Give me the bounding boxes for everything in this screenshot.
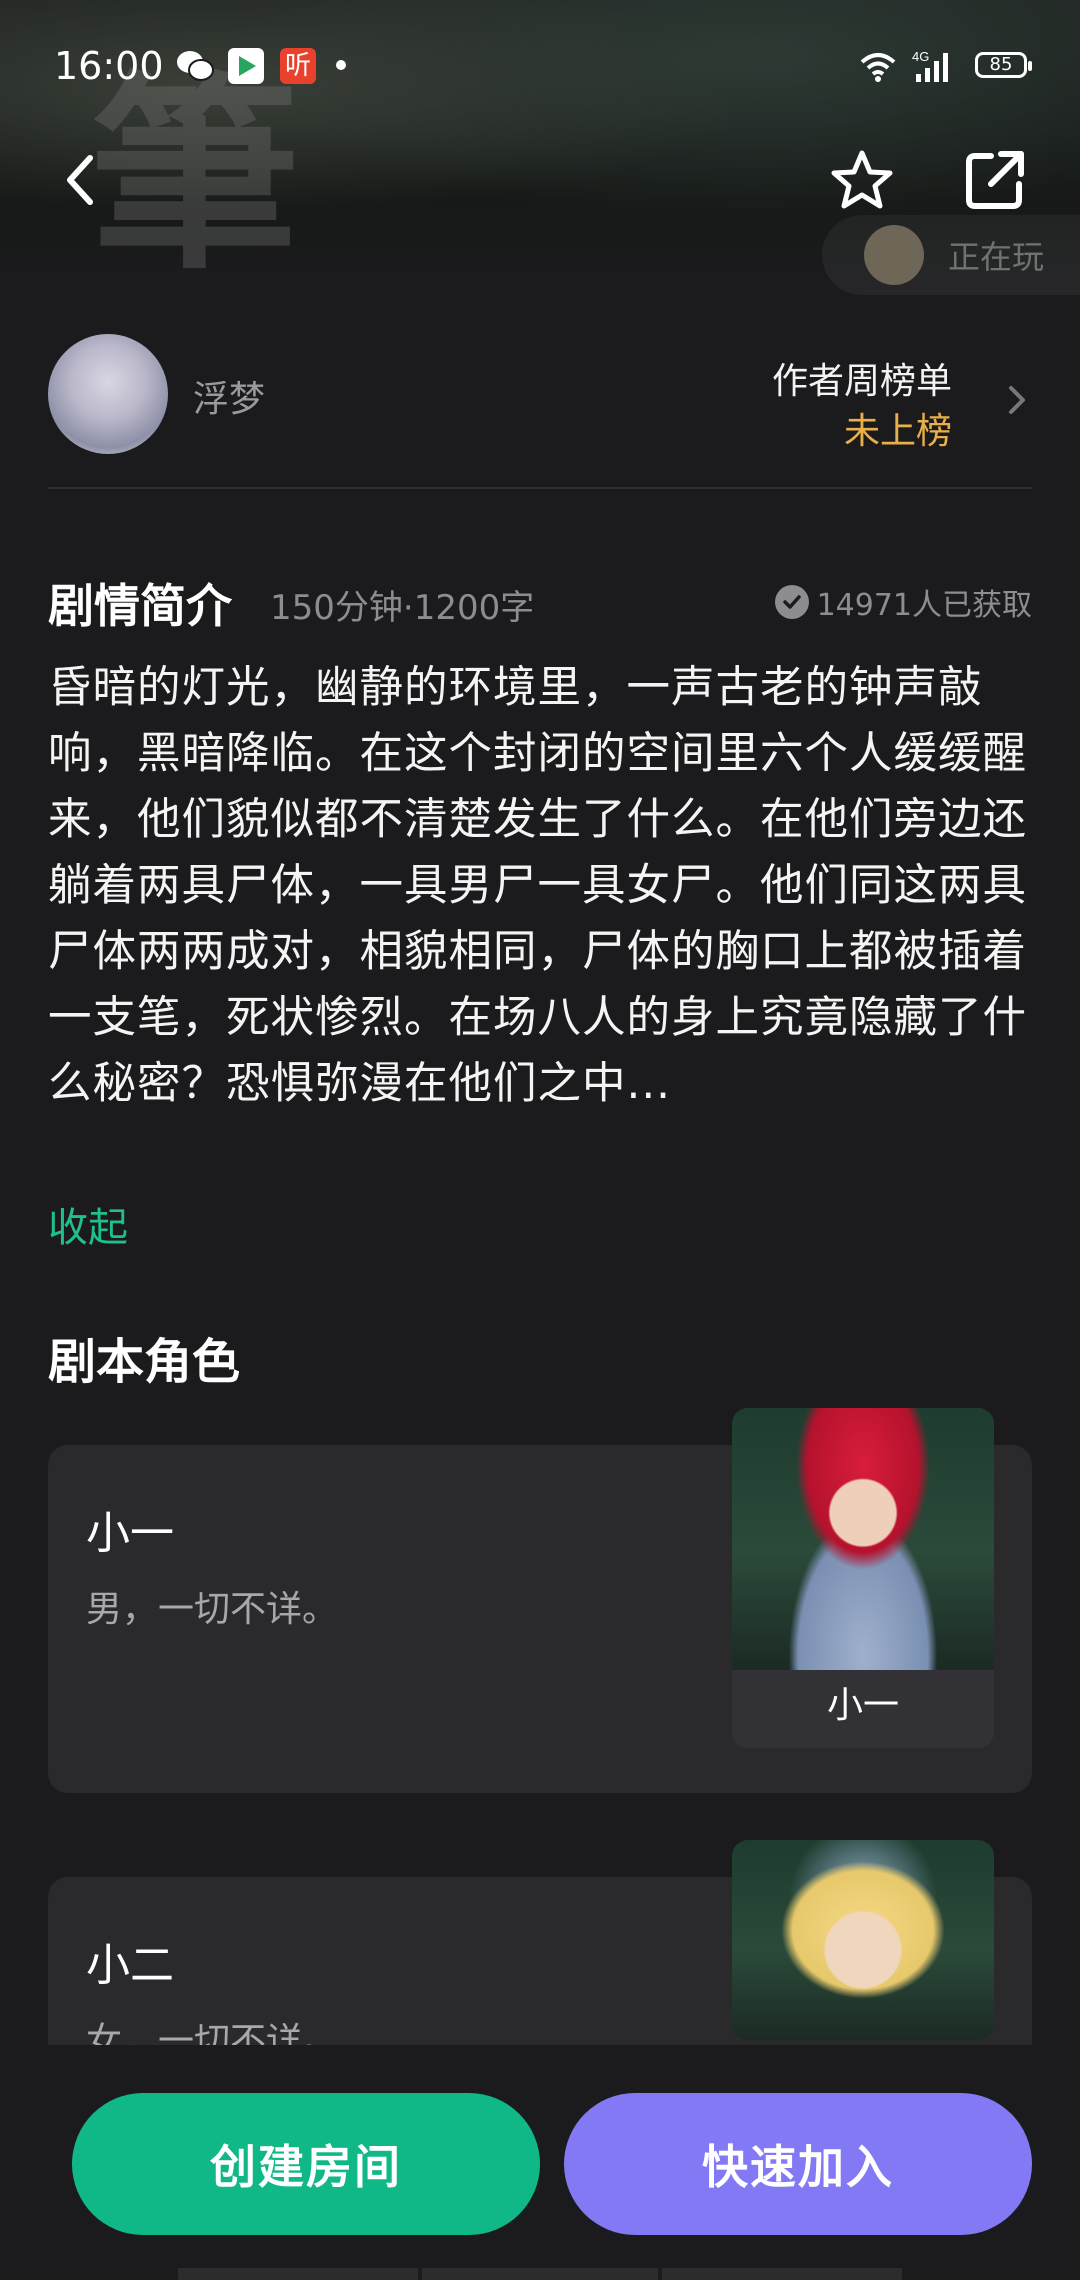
status-time: 16:00 xyxy=(54,44,164,88)
role-portrait-label: 小一 xyxy=(826,1685,899,1726)
nav-indicator xyxy=(178,2268,418,2280)
rank-value: 未上榜 xyxy=(843,411,952,452)
chevron-left-icon xyxy=(67,155,93,205)
now-playing-chip[interactable]: 正在玩 xyxy=(822,215,1080,295)
favorite-button[interactable] xyxy=(822,140,902,220)
obtained-text: 14971人已获取 xyxy=(816,588,1032,623)
roles-title: 剧本角色 xyxy=(48,1334,241,1390)
author-avatar[interactable] xyxy=(48,334,168,454)
wifi-icon xyxy=(860,53,896,82)
role-name: 小二 xyxy=(86,1940,174,1991)
chevron-right-icon xyxy=(1009,386,1025,414)
nav-indicator xyxy=(662,2268,902,2280)
intro-meta: 150分钟·1200字 xyxy=(270,588,535,628)
author-row: 浮梦 作者周榜单 未上榜 xyxy=(48,332,1032,489)
role-portrait[interactable] xyxy=(732,1840,994,2040)
wechat-icon xyxy=(177,51,214,81)
role-portrait-image xyxy=(732,1840,994,2040)
role-portrait[interactable]: 小一 xyxy=(732,1408,994,1748)
external-link-icon xyxy=(966,151,1024,209)
author-weekly-rank-link[interactable]: 作者周榜单 未上榜 xyxy=(732,340,1032,452)
author-name[interactable]: 浮梦 xyxy=(193,370,265,422)
back-button[interactable] xyxy=(40,140,120,220)
star-icon xyxy=(831,150,893,209)
now-playing-avatar xyxy=(864,225,924,285)
dot-icon xyxy=(336,60,346,70)
now-playing-label: 正在玩 xyxy=(948,238,1045,276)
status-bar: 16:00 听 4G 85 xyxy=(0,0,1080,130)
quick-join-button[interactable]: 快速加入 xyxy=(564,2093,1032,2235)
video-app-icon xyxy=(228,48,264,84)
check-circle-icon xyxy=(774,585,809,619)
svg-text:4G: 4G xyxy=(912,49,929,64)
signal-4g-icon: 4G xyxy=(912,49,948,82)
obtained-count: 14971人已获取 xyxy=(774,580,1032,624)
listen-app-icon: 听 xyxy=(280,48,316,84)
intro-title: 剧情简介 xyxy=(48,579,232,633)
nav-indicator xyxy=(422,2268,658,2280)
role-desc: 男，一切不详。 xyxy=(86,1589,339,1630)
collapse-link[interactable]: 收起 xyxy=(48,1195,128,1253)
share-button[interactable] xyxy=(955,140,1035,220)
rank-title: 作者周榜单 xyxy=(771,361,952,402)
create-room-button[interactable]: 创建房间 xyxy=(72,2093,540,2235)
role-name: 小一 xyxy=(86,1508,174,1559)
role-portrait-image xyxy=(732,1408,994,1670)
battery-icon: 85 xyxy=(975,52,1032,78)
intro-description: 昏暗的灯光，幽静的环境里，一声古老的钟声敲响，黑暗降临。在这个封闭的空间里六个人… xyxy=(48,663,1027,1109)
